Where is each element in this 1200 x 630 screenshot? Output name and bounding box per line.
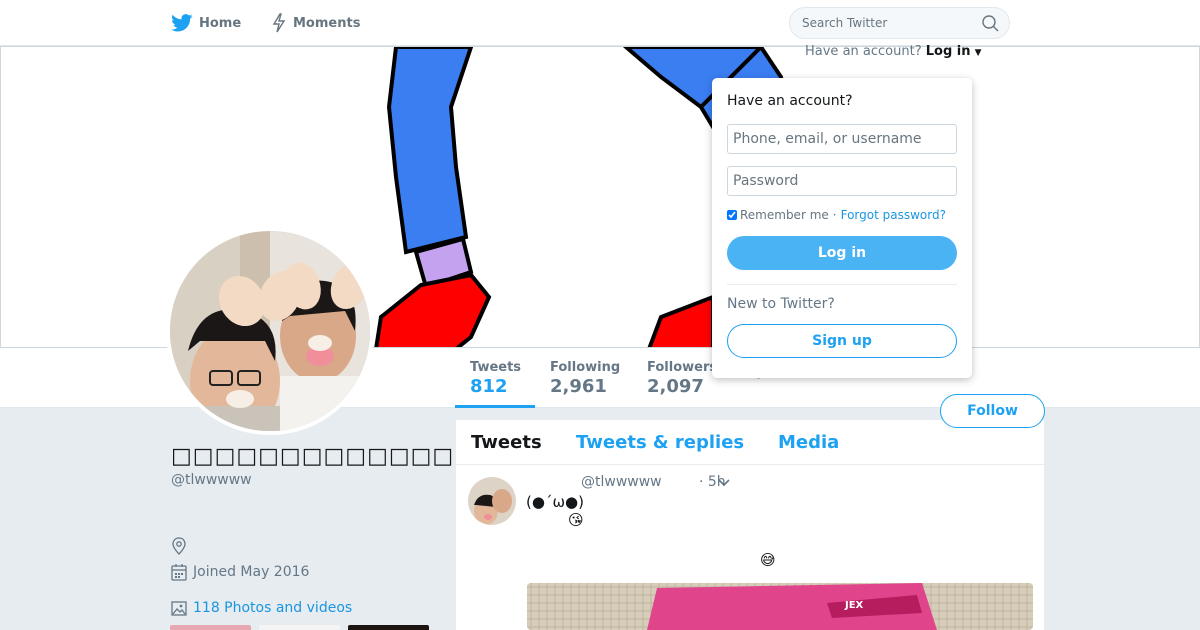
follow-button[interactable]: Follow — [940, 394, 1045, 428]
signup-button[interactable]: Sign up — [727, 324, 957, 358]
calendar-icon — [171, 564, 187, 581]
photos-row: 118 Photos and videos — [171, 599, 352, 617]
media-thumbnail[interactable] — [259, 625, 340, 630]
image-icon — [171, 601, 187, 616]
stat-following-label: Following — [550, 360, 621, 375]
stat-following-value: 2,961 — [550, 376, 607, 397]
search-icon[interactable] — [982, 15, 999, 32]
tweet-media-image[interactable]: JEX — [527, 583, 1033, 630]
nav-home[interactable]: Home — [171, 0, 241, 46]
joined-row: Joined May 2016 — [171, 563, 309, 581]
avatar-photo — [170, 231, 370, 431]
new-to-twitter-label: New to Twitter? — [727, 296, 835, 312]
location-row — [171, 537, 193, 555]
caret-down-icon[interactable]: ▼ — [975, 48, 982, 58]
stat-followers-value: 2,097 — [647, 376, 704, 397]
stat-followers-label: Followers — [647, 360, 718, 375]
search-box — [789, 7, 1010, 39]
nav-home-label: Home — [199, 15, 242, 31]
tab-media[interactable]: Media — [778, 432, 839, 453]
tweet-text: (●´ω●) — [526, 493, 584, 511]
username-field[interactable] — [727, 124, 957, 154]
profile-avatar[interactable] — [166, 227, 374, 435]
login-hint: Have an account? Log in ▼ — [805, 44, 982, 59]
login-button[interactable]: Log in — [727, 236, 957, 270]
login-toggle-link[interactable]: Log in — [926, 44, 971, 59]
profile-handle[interactable]: @tlwwwww — [171, 472, 252, 488]
top-navigation: Home Moments — [0, 0, 1200, 46]
photos-videos-link[interactable]: 118 Photos and videos — [193, 600, 352, 616]
login-dropdown-title: Have an account? — [727, 93, 853, 109]
twitter-bird-icon — [171, 14, 193, 32]
stat-tweets[interactable]: Tweets 812 — [470, 360, 521, 398]
stat-tweets-value: 812 — [470, 376, 508, 397]
nav-moments-label: Moments — [293, 15, 361, 31]
tab-tweets-replies[interactable]: Tweets & replies — [576, 432, 744, 453]
tweet-emoji-kiss: 😘 — [568, 511, 584, 529]
stat-followers[interactable]: Followers 2,097 — [647, 360, 717, 398]
password-field[interactable] — [727, 166, 957, 196]
remember-me-checkbox[interactable] — [727, 210, 737, 220]
location-pin-icon — [172, 537, 186, 555]
dropdown-divider — [727, 284, 957, 285]
search-input[interactable] — [802, 16, 972, 30]
svg-text:JEX: JEX — [844, 600, 864, 611]
stat-tweets-label: Tweets — [470, 360, 522, 375]
joined-date: Joined May 2016 — [193, 564, 310, 580]
remember-me-label[interactable]: Remember me — [740, 208, 829, 222]
nav-moments[interactable]: Moments — [271, 0, 360, 46]
tweet-avatar[interactable] — [468, 477, 516, 525]
media-thumbnail[interactable] — [348, 625, 429, 630]
forgot-password-link[interactable]: Forgot password? — [841, 208, 946, 222]
tweet-emoji-sweat-smile: 😅 — [760, 551, 776, 569]
remember-row: Remember me · Forgot password? — [727, 208, 946, 222]
chevron-down-icon[interactable] — [717, 478, 731, 488]
stat-following[interactable]: Following 2,961 — [550, 360, 620, 398]
tab-tweets[interactable]: Tweets — [471, 432, 542, 453]
active-stat-underline — [455, 405, 535, 408]
login-dropdown: Have an account? Remember me · Forgot pa… — [712, 78, 972, 378]
lightning-icon — [272, 13, 286, 33]
login-hint-question: Have an account? — [805, 44, 922, 59]
tweet-handle[interactable]: @tlwwwww — [581, 474, 662, 490]
media-thumbnail[interactable] — [170, 625, 251, 630]
remember-separator: · — [832, 208, 837, 222]
